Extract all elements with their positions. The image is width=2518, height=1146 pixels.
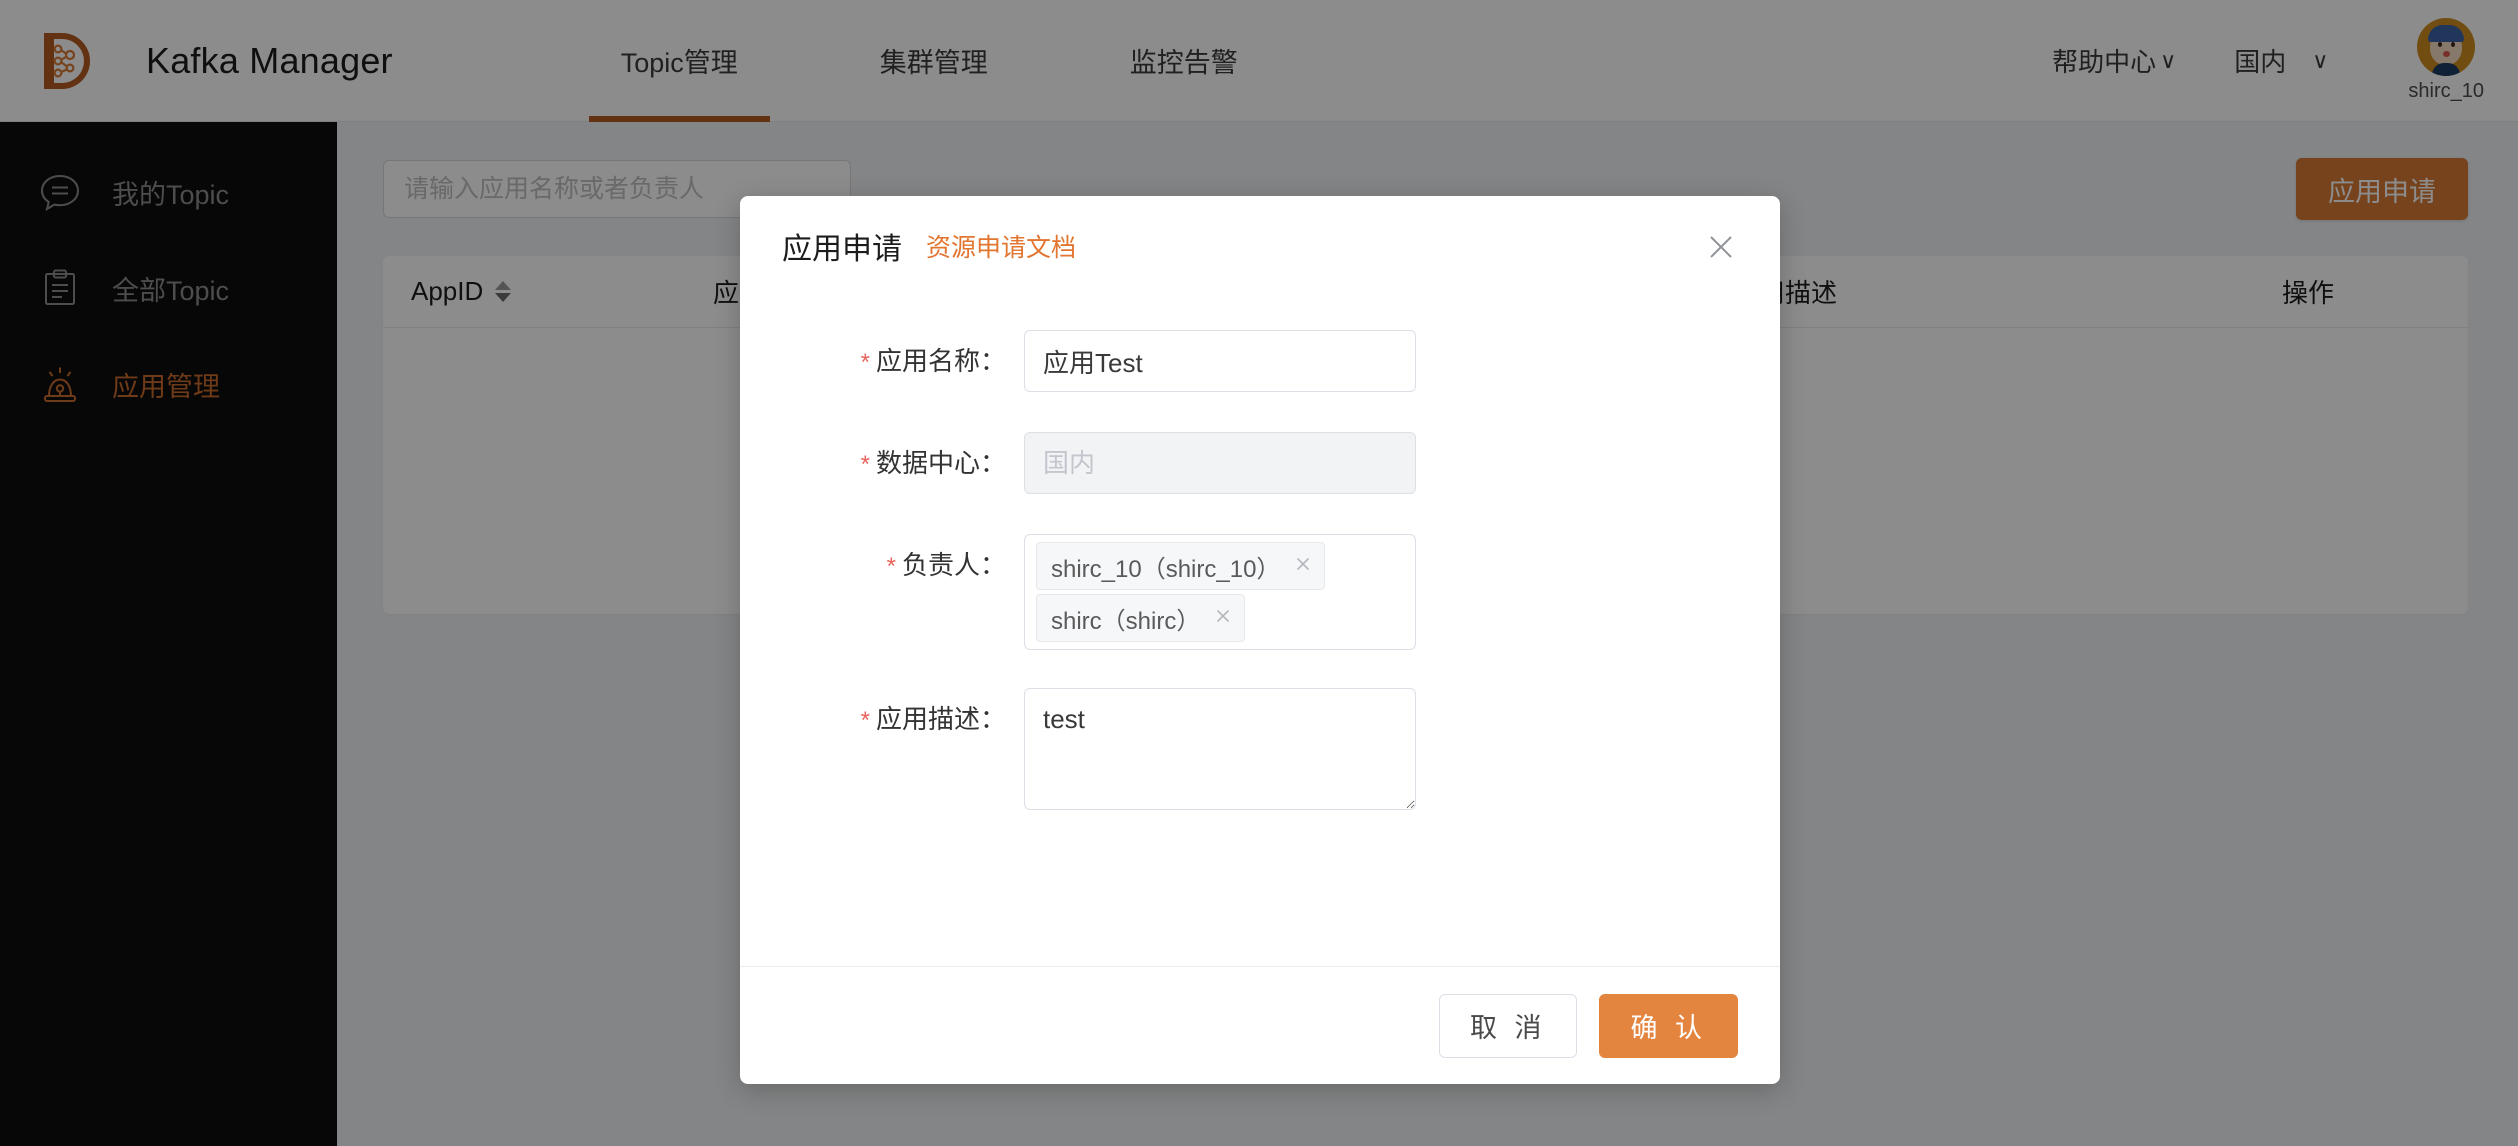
form-row-app-name: *应用名称：	[740, 330, 1780, 394]
form-row-owner: *负责人： shirc_10（shirc_10） shirc（shirc）	[740, 534, 1780, 650]
required-star-icon: *	[861, 707, 870, 734]
data-center-label-text: 数据中心：	[876, 448, 1006, 478]
owner-tag: shirc_10（shirc_10）	[1036, 542, 1325, 590]
required-star-icon: *	[887, 553, 896, 580]
description-label: *应用描述：	[740, 688, 1024, 752]
confirm-button[interactable]: 确 认	[1599, 994, 1738, 1058]
app-name-label-text: 应用名称：	[876, 346, 1006, 376]
description-textarea[interactable]	[1024, 688, 1416, 810]
modal-footer: 取 消 确 认	[740, 966, 1780, 1084]
tag-remove-icon[interactable]	[1214, 607, 1232, 629]
owner-tag-label: shirc（shirc）	[1051, 601, 1200, 636]
required-star-icon: *	[861, 451, 870, 478]
cancel-button[interactable]: 取 消	[1439, 994, 1578, 1058]
form-row-description: *应用描述：	[740, 688, 1780, 815]
form-row-data-center: *数据中心：	[740, 432, 1780, 496]
description-label-text: 应用描述：	[876, 704, 1006, 734]
tag-remove-icon[interactable]	[1294, 555, 1312, 577]
app-name-input[interactable]	[1024, 330, 1416, 392]
data-center-label: *数据中心：	[740, 432, 1024, 496]
app-root: Kafka Manager Topic管理 集群管理 监控告警 帮助中心 ∨ 国…	[0, 0, 2518, 1146]
resource-doc-link[interactable]: 资源申请文档	[926, 228, 1076, 264]
owner-label: *负责人：	[740, 534, 1024, 598]
modal-title: 应用申请	[782, 224, 902, 268]
owner-tag: shirc（shirc）	[1036, 594, 1245, 642]
owner-label-text: 负责人：	[902, 550, 1006, 580]
required-star-icon: *	[861, 349, 870, 376]
app-name-label: *应用名称：	[740, 330, 1024, 394]
owner-tags-input[interactable]: shirc_10（shirc_10） shirc（shirc）	[1024, 534, 1416, 650]
close-icon[interactable]	[1702, 228, 1740, 266]
app-apply-modal: 应用申请 资源申请文档 *应用名称： *数据中心：	[740, 196, 1780, 1084]
modal-header: 应用申请 资源申请文档	[740, 196, 1780, 296]
modal-body: *应用名称： *数据中心： *负责人：	[740, 296, 1780, 966]
owner-tag-label: shirc_10（shirc_10）	[1051, 549, 1280, 584]
data-center-input[interactable]	[1024, 432, 1416, 494]
